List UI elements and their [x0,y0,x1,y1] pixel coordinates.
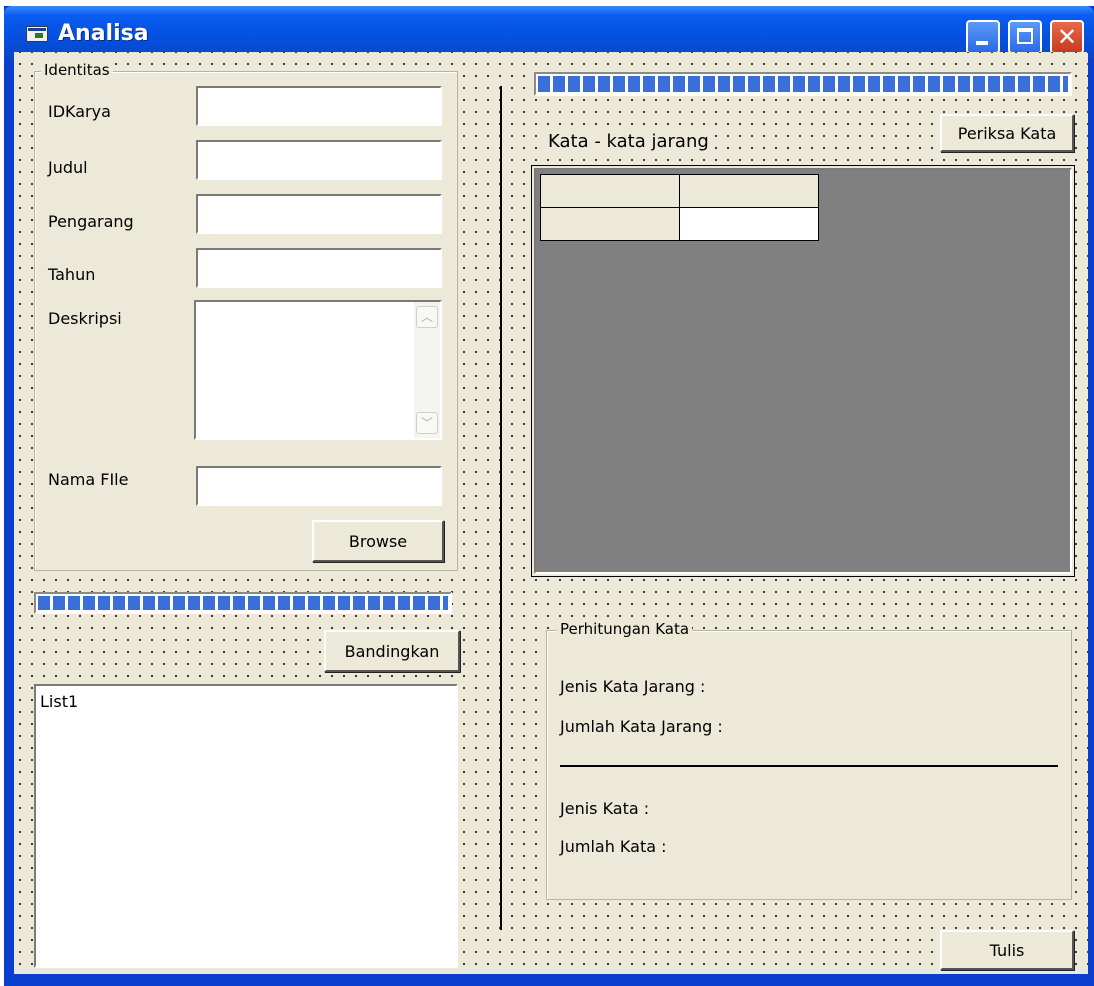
deskripsi-textarea[interactable]: ︿ ﹀ [194,300,442,440]
grid-column-header [679,174,819,208]
judul-input[interactable] [196,140,442,180]
deskripsi-label: Deskripsi [48,309,122,328]
vertical-divider-line [500,86,502,930]
judul-label: Judul [48,158,88,177]
scroll-up-arrow-icon[interactable]: ︿ [416,306,438,328]
tulis-button[interactable]: Tulis [940,930,1074,970]
nama-file-label: Nama FIle [48,470,129,489]
jenis-kata-label: Jenis Kata : [560,799,650,818]
title-bar[interactable]: Analisa ✕ [4,6,1094,58]
left-progress-fill [38,596,448,610]
deskripsi-scrollbar[interactable]: ︿ ﹀ [414,302,440,438]
list-box[interactable]: List1 [34,684,458,968]
scroll-down-arrow-icon[interactable]: ﹀ [416,412,438,434]
left-progress-bar [34,592,452,614]
app-window-icon[interactable] [26,26,48,42]
maximize-button[interactable] [1008,20,1042,54]
close-icon: ✕ [1056,23,1078,51]
idkarya-input[interactable] [196,86,442,126]
close-button[interactable]: ✕ [1050,20,1084,54]
minimize-button[interactable] [966,20,1000,54]
kata-jarang-grid[interactable] [531,165,1075,577]
perhitungan-legend: Perhitungan Kata [557,620,693,638]
pengarang-input[interactable] [196,194,442,234]
window-title: Analisa [58,21,149,46]
periksa-kata-button[interactable]: Periksa Kata [940,114,1074,152]
tahun-label: Tahun [48,265,96,284]
list-item[interactable]: List1 [40,692,78,711]
list-items-container: List1 [40,692,78,711]
pengarang-label: Pengarang [48,212,134,231]
jumlah-kata-jarang-label: Jumlah Kata Jarang : [560,717,723,736]
idkarya-label: IDKarya [48,102,111,121]
right-progress-fill [538,76,1068,92]
browse-button[interactable]: Browse [312,520,444,562]
grid-cell[interactable] [679,207,819,241]
jenis-kata-jarang-label: Jenis Kata Jarang : [560,677,706,696]
identitas-legend: Identitas [41,61,113,79]
nama-file-input[interactable] [196,466,442,506]
perhitungan-separator-line [560,765,1058,767]
grid-header-corner [540,174,680,208]
bandingkan-button[interactable]: Bandingkan [324,630,460,672]
tahun-input[interactable] [196,248,442,288]
right-progress-bar [534,72,1072,96]
grid-row-header [540,207,680,241]
jumlah-kata-label: Jumlah Kata : [560,837,667,856]
kata-jarang-label: Kata - kata jarang [546,131,711,152]
